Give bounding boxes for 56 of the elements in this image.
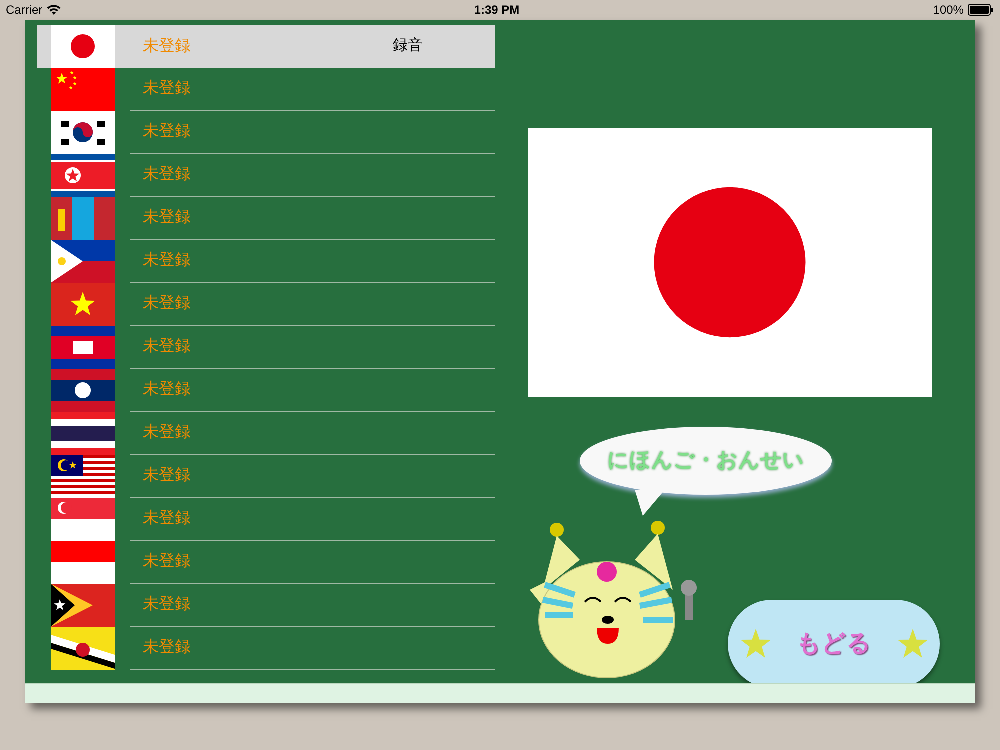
status-label: 未登録	[143, 36, 192, 56]
flag-icon	[51, 68, 115, 111]
clock-label: 1:39 PM	[474, 2, 520, 19]
language-row[interactable]: 未登録	[37, 240, 495, 283]
back-button[interactable]: もどる	[728, 600, 940, 683]
flag-icon	[51, 541, 115, 584]
language-row[interactable]: 未登録	[37, 498, 495, 541]
status-label: 未登録	[143, 294, 192, 314]
flag-icon	[51, 154, 115, 197]
battery-icon	[968, 4, 994, 16]
language-row[interactable]: 未登録	[37, 111, 495, 154]
status-label: 未登録	[143, 594, 192, 615]
flag-icon	[51, 111, 115, 154]
status-label: 未登録	[143, 164, 192, 185]
flag-icon	[51, 240, 115, 283]
wifi-icon	[46, 4, 61, 16]
language-row[interactable]: 未登録	[37, 154, 495, 197]
flag-icon	[51, 25, 115, 68]
language-row[interactable]: 未登録	[37, 584, 495, 627]
language-row[interactable]: 未登録	[37, 627, 495, 670]
language-row[interactable]: 未登録	[37, 541, 495, 584]
status-label: 未登録	[143, 466, 192, 486]
status-label: 未登録	[143, 250, 192, 271]
language-row[interactable]: 未登録	[37, 412, 495, 455]
flag-icon	[51, 197, 115, 240]
status-label: 未登録	[143, 122, 192, 142]
battery-label: 100%	[933, 2, 964, 19]
status-label: 未登録	[143, 78, 192, 99]
speech-bubble: にほんご・おんせい	[580, 427, 832, 495]
flag-icon	[51, 369, 115, 412]
status-label: 未登録	[143, 552, 192, 572]
status-label: 未登録	[143, 638, 192, 658]
language-row[interactable]: 未登録	[37, 283, 495, 326]
language-row[interactable]: 未登録	[37, 197, 495, 240]
status-label: 未登録	[143, 508, 192, 529]
flag-icon	[51, 627, 115, 670]
speech-tail-icon	[635, 490, 665, 516]
status-label: 未登録	[143, 380, 192, 400]
flag-icon	[51, 455, 115, 498]
flag-icon	[51, 326, 115, 369]
flag-icon	[51, 412, 115, 455]
language-row[interactable]: 未登録	[37, 455, 495, 498]
flag-icon	[51, 584, 115, 627]
star-icon	[738, 627, 772, 661]
flag-icon	[51, 498, 115, 541]
star-icon	[896, 627, 930, 661]
status-label: 未登録	[143, 422, 192, 443]
status-label: 未登録	[143, 208, 192, 228]
language-row[interactable]: 未登録	[37, 68, 495, 111]
language-row[interactable]: 未登録	[37, 326, 495, 369]
language-row[interactable]: 未登録 録音	[37, 25, 495, 68]
flag-icon	[51, 283, 115, 326]
carrier-label: Carrier	[6, 2, 43, 19]
record-button[interactable]: 録音	[393, 35, 423, 58]
language-row[interactable]: 未登録	[37, 369, 495, 412]
status-label: 未登録	[143, 336, 192, 357]
